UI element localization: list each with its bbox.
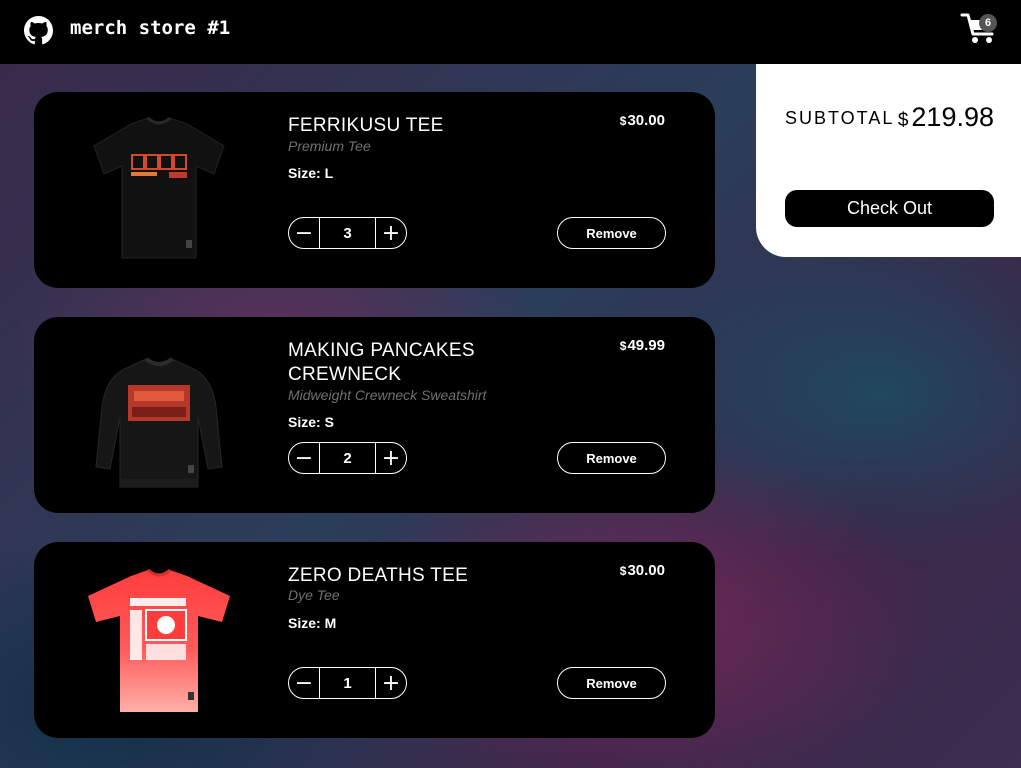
decrease-quantity-button[interactable]: − [289,218,319,248]
item-name: ZERO DEATHS TEE [288,565,469,586]
remove-button[interactable]: Remove [557,217,666,249]
currency-symbol: $ [619,114,627,128]
checkout-button[interactable]: Check Out [785,190,994,227]
item-name: FERRIKUSU TEE [288,115,444,136]
item-name: MAKING PANCAKES CREWNECK [288,340,475,385]
item-size: Size: L [288,165,333,181]
subtotal-amount: $219.98 [898,102,994,133]
increase-quantity-button[interactable]: + [376,668,406,698]
cart-count-badge: 6 [979,14,997,32]
currency-symbol: $ [619,564,627,578]
remove-button[interactable]: Remove [557,667,666,699]
quantity-stepper: − 3 + [288,217,407,249]
item-subtitle: Midweight Crewneck Sweatshirt [288,387,487,403]
quantity-value: 3 [319,218,376,248]
item-size: Size: S [288,414,334,430]
size-value: M [324,615,337,631]
item-subtitle: Premium Tee [288,138,371,154]
decrease-quantity-button[interactable]: − [289,668,319,698]
subtotal-value: 219.98 [911,102,994,132]
subtotal-label: SUBTOTAL [785,108,895,128]
currency-symbol: $ [897,110,909,131]
github-logo-icon[interactable] [24,16,53,45]
cart-item: FERRIKUSU TEE Premium Tee Size: L $30.00… [34,92,715,288]
decrease-quantity-button[interactable]: − [289,443,319,473]
item-price: $49.99 [620,337,665,354]
product-image [88,568,230,712]
size-value: L [324,165,334,181]
price-value: 49.99 [627,337,665,354]
price-value: 30.00 [627,112,665,129]
top-bar: merch store #1 6 [0,0,1021,64]
item-size: Size: M [288,615,336,631]
remove-button[interactable]: Remove [557,442,666,474]
cart-item: MAKING PANCAKES CREWNECK Midweight Crewn… [34,317,715,513]
size-label: Size: [288,615,321,631]
item-price: $30.00 [620,562,665,579]
size-value: S [324,414,334,430]
quantity-stepper: − 2 + [288,442,407,474]
product-image [95,357,223,488]
item-price: $30.00 [620,112,665,129]
currency-symbol: $ [619,339,627,353]
item-subtitle: Dye Tee [288,587,340,603]
product-image [93,116,225,259]
size-label: Size: [288,165,321,181]
quantity-value: 2 [319,443,376,473]
quantity-stepper: − 1 + [288,667,407,699]
increase-quantity-button[interactable]: + [376,218,406,248]
cart-item: ZERO DEATHS TEE Dye Tee Size: M $30.00 −… [34,542,715,738]
quantity-value: 1 [319,668,376,698]
increase-quantity-button[interactable]: + [376,443,406,473]
price-value: 30.00 [627,562,665,579]
order-summary-panel: SUBTOTAL $219.98 Check Out [756,64,1021,257]
store-title: merch store #1 [70,17,231,39]
size-label: Size: [288,414,321,430]
